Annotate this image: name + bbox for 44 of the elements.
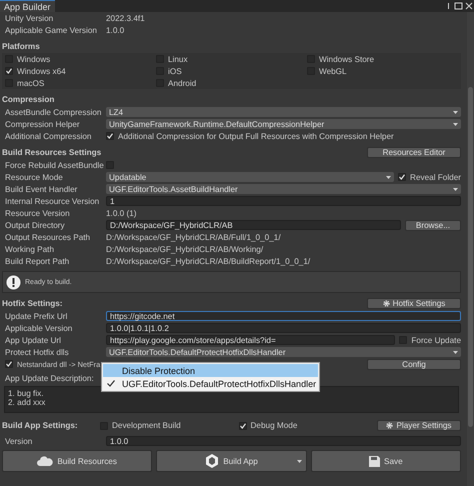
field-value: D:/Workspace/GF_HybridCLR/AB/Working/	[106, 244, 264, 254]
checkbox-label: Windows Store	[319, 54, 374, 64]
field-label: AssetBundle Compression	[5, 108, 102, 116]
field-label: Applicable Version	[5, 324, 74, 332]
field-label: App Update Url	[5, 336, 62, 344]
field-value: D:/Workspace/GF_HybridCLR/AB/BuildReport/1_0_0_1/	[106, 256, 312, 266]
field-label: Build Report Path	[5, 256, 70, 266]
checkbox-label: macOS	[17, 78, 44, 88]
field-label: Build Event Handler	[5, 184, 78, 194]
checkbox-label: Additional Compression for Output Full Resources with Compression Helper	[118, 132, 395, 140]
checkbox-label: Development Build	[112, 421, 181, 430]
section-title: Hotfix Settings:	[2, 299, 62, 308]
section-title: Compression	[2, 95, 54, 104]
field-value: 1.0.0	[106, 26, 126, 34]
checkbox-label: Reveal Folder	[410, 172, 461, 182]
field-value: 1.0.0 (1)	[106, 208, 138, 218]
field-value: D:/Workspace/GF_HybridCLR/AB/Full/1_0_0_1/	[106, 232, 282, 242]
section-title: Platforms	[2, 42, 40, 51]
field-label: Output Resources Path	[5, 232, 92, 242]
field-label: Resource Version	[5, 208, 71, 218]
field-label: Working Path	[5, 244, 55, 254]
section-title: Build Resources Settings	[2, 148, 102, 157]
field-label: Additional Compression	[5, 132, 92, 140]
field-label: App Update Description:	[5, 374, 94, 382]
checkbox-label: Linux	[168, 54, 188, 64]
field-label: Unity Version	[5, 14, 54, 22]
checkbox-label: Android	[168, 78, 196, 88]
checkbox-label: Windows	[17, 54, 50, 64]
checkbox-label: Windows x64	[17, 66, 66, 76]
field-label: Resource Mode	[5, 172, 64, 182]
field-label: Internal Resource Version	[5, 196, 100, 206]
field-label: Compression Helper	[5, 120, 81, 128]
section-title: Build App Settings:	[2, 421, 78, 430]
field-label: Output Directory	[5, 220, 66, 230]
checkbox-label: WebGL	[319, 66, 347, 76]
field-label: Force Rebuild AssetBundle	[5, 160, 102, 170]
checkbox-label: Debug Mode	[250, 421, 298, 430]
field-label: Protect Hotfix dlls	[5, 348, 70, 356]
field-label: Applicable Game Version	[5, 26, 98, 34]
field-value: 2022.3.4f1	[106, 14, 146, 22]
checkbox-label: Force Update	[411, 336, 461, 344]
checkbox-label: iOS	[168, 66, 182, 76]
field-label: Version	[5, 436, 34, 446]
field-label: Update Prefix Url	[5, 312, 68, 320]
